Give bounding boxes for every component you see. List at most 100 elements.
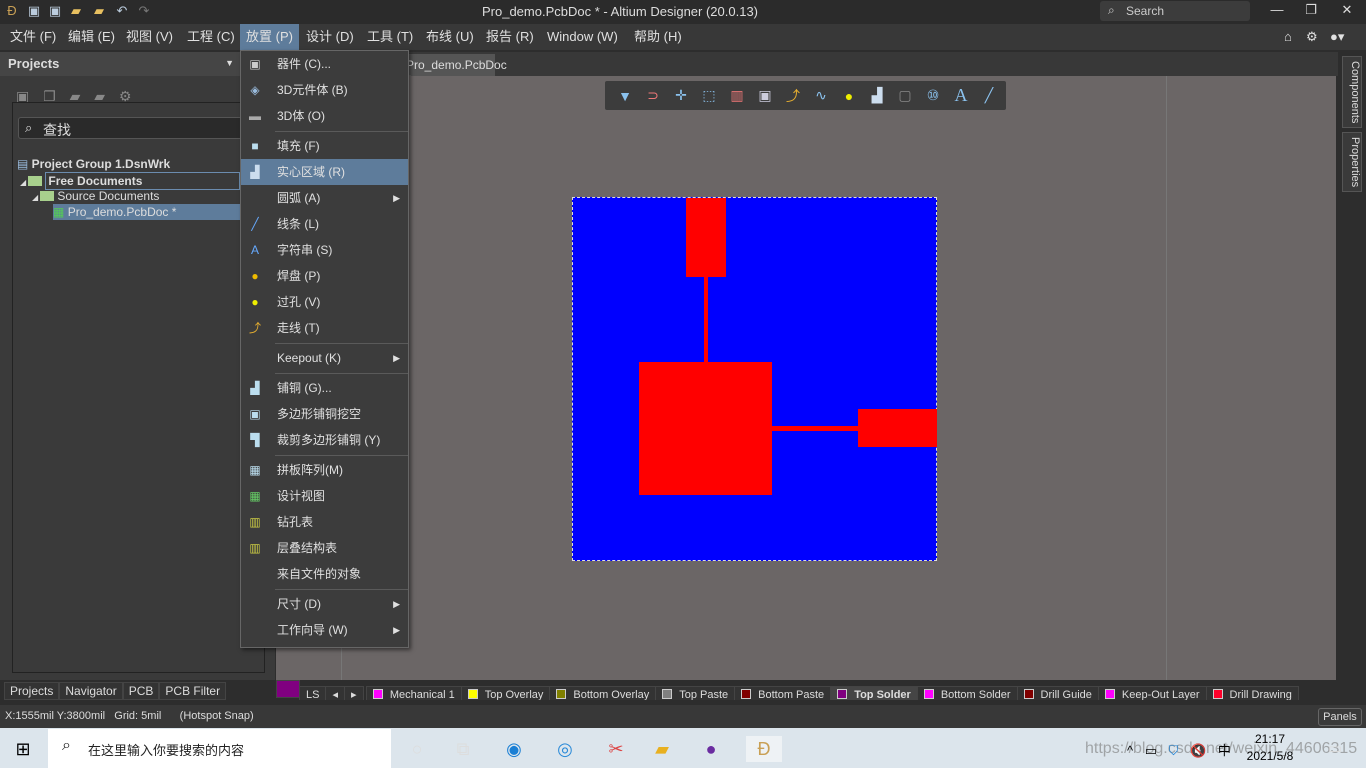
- menu-view[interactable]: 视图 (V): [120, 24, 179, 50]
- tab-projects[interactable]: Projects: [4, 682, 60, 700]
- place-menu-item[interactable]: ● 过孔 (V): [241, 289, 408, 315]
- volume-muted-icon[interactable]: 🔇: [1190, 743, 1206, 758]
- layer-tab[interactable]: Keep-Out Layer: [1097, 686, 1207, 700]
- length-tune-icon[interactable]: ∿: [807, 87, 835, 104]
- crosshair-icon[interactable]: ✛: [667, 87, 695, 104]
- chevron-up-icon[interactable]: ^: [1127, 743, 1133, 758]
- via-icon[interactable]: ●: [835, 88, 863, 104]
- route-icon[interactable]: ⤴: [779, 86, 807, 106]
- place-menu-item[interactable]: 尺寸 (D) ▶: [241, 591, 408, 617]
- battery-icon[interactable]: ▭: [1145, 743, 1157, 758]
- copper-pad[interactable]: [639, 362, 772, 495]
- tab-navigator[interactable]: Navigator: [59, 682, 123, 700]
- windows-start-icon[interactable]: ⊞: [10, 736, 36, 762]
- place-menu-item[interactable]: ▜ 裁剪多边形铺铜 (Y): [241, 427, 408, 453]
- panels-button[interactable]: Panels: [1318, 708, 1362, 726]
- ime-indicator[interactable]: 中: [1218, 743, 1231, 758]
- place-menu-item[interactable]: ▦ 设计视图: [241, 483, 408, 509]
- copper-track[interactable]: [704, 277, 708, 363]
- layer-set-button[interactable]: LS: [299, 686, 327, 700]
- filter-icon[interactable]: ▼: [611, 88, 639, 104]
- menu-route[interactable]: 布线 (U): [420, 24, 480, 50]
- region-icon[interactable]: ▟: [863, 87, 891, 104]
- menu-project[interactable]: 工程 (C): [181, 24, 241, 50]
- layer-tab[interactable]: Mechanical 1: [365, 686, 462, 700]
- menu-tools[interactable]: 工具 (T): [361, 24, 419, 50]
- place-menu-item[interactable]: ▥ 层叠结构表: [241, 535, 408, 561]
- place-menu-item[interactable]: 圆弧 (A) ▶: [241, 185, 408, 211]
- task-view-icon[interactable]: ⧉: [450, 736, 476, 762]
- layer-tab[interactable]: Bottom Overlay: [549, 686, 657, 700]
- tab-pcb-filter[interactable]: PCB Filter: [159, 682, 227, 700]
- text-icon[interactable]: A: [947, 85, 975, 106]
- align-icon[interactable]: ▥: [723, 87, 751, 104]
- tab-properties[interactable]: Properties: [1342, 132, 1362, 192]
- menu-place[interactable]: 放置 (P): [240, 24, 299, 50]
- place-menu-item[interactable]: ● 焊盘 (P): [241, 263, 408, 289]
- place-menu-item[interactable]: ▟ 实心区域 (R): [241, 159, 408, 185]
- place-menu-item[interactable]: ▥ 钻孔表: [241, 509, 408, 535]
- home-icon[interactable]: ⌂: [1278, 24, 1298, 50]
- tab-components[interactable]: Components: [1342, 56, 1362, 128]
- layer-tab[interactable]: Top Paste: [655, 686, 736, 700]
- place-menu-item[interactable]: ▣ 器件 (C)...: [241, 51, 408, 77]
- layer-tab[interactable]: Top Solder: [830, 686, 918, 700]
- minimize-button[interactable]: —: [1262, 2, 1292, 17]
- layer-tab[interactable]: Bottom Paste: [734, 686, 832, 700]
- place-menu-item[interactable]: 来自文件的对象: [241, 561, 408, 587]
- user-icon[interactable]: ●▾: [1324, 24, 1350, 50]
- current-layer-color[interactable]: [276, 680, 300, 698]
- place-menu-item[interactable]: ◈ 3D元件体 (B): [241, 77, 408, 103]
- layer-tab[interactable]: Top Overlay: [460, 686, 551, 700]
- taskbar-search-input[interactable]: ⌕ 在这里输入你要搜索的内容: [48, 729, 391, 768]
- snap-icon[interactable]: ⊃: [639, 87, 667, 104]
- gear-icon[interactable]: ⚙: [1300, 24, 1324, 50]
- place-menu-item[interactable]: A 字符串 (S): [241, 237, 408, 263]
- snipping-tool-icon[interactable]: ✂: [603, 736, 629, 762]
- cortana-icon[interactable]: ○: [404, 736, 430, 762]
- place-menu-item[interactable]: ■ 填充 (F): [241, 133, 408, 159]
- keepout-icon[interactable]: ▢: [891, 87, 919, 104]
- menu-window[interactable]: Window (W): [541, 24, 624, 50]
- place-menu-item[interactable]: ▣ 多边形铺铜挖空: [241, 401, 408, 427]
- copper-pad[interactable]: [686, 198, 726, 277]
- place-menu-item[interactable]: ▬ 3D体 (O): [241, 103, 408, 129]
- maximize-button[interactable]: ❐: [1296, 2, 1326, 18]
- board-outline[interactable]: [572, 197, 937, 561]
- select-icon[interactable]: ⬚: [695, 87, 723, 104]
- menu-file[interactable]: 文件 (F): [4, 24, 62, 50]
- shield-icon[interactable]: ⛉: [1169, 743, 1179, 758]
- menu-edit[interactable]: 编辑 (E): [62, 24, 121, 50]
- layer-tab[interactable]: Drill Drawing: [1205, 686, 1299, 700]
- copper-track[interactable]: [772, 426, 859, 431]
- place-menu-item[interactable]: ⤴ 走线 (T): [241, 315, 408, 341]
- component-icon[interactable]: ▣: [751, 87, 779, 104]
- layer-tab[interactable]: Drill Guide: [1016, 686, 1099, 700]
- search-input[interactable]: ⌕ Search: [1100, 1, 1250, 21]
- notification-icon[interactable]: ▭: [1322, 736, 1348, 762]
- menu-reports[interactable]: 报告 (R): [480, 24, 540, 50]
- file-explorer-icon[interactable]: ▰: [649, 736, 675, 762]
- place-menu-item[interactable]: Keepout (K) ▶: [241, 345, 408, 371]
- browser-icon[interactable]: ◎: [552, 736, 578, 762]
- scroll-right-button[interactable]: ▸: [344, 686, 364, 700]
- app-icon[interactable]: ●: [698, 736, 724, 762]
- altium-taskbar-icon[interactable]: Ð: [746, 736, 782, 762]
- layer-tab[interactable]: Bottom Solder: [916, 686, 1018, 700]
- dimension-icon[interactable]: ⑩: [919, 87, 947, 104]
- tab-pcb[interactable]: PCB: [122, 682, 160, 700]
- clock[interactable]: 21:17 2021/5/8: [1240, 731, 1300, 765]
- place-menu-item[interactable]: 工作向导 (W) ▶: [241, 617, 408, 643]
- close-button[interactable]: ✕: [1332, 2, 1362, 18]
- menu-help[interactable]: 帮助 (H): [628, 24, 688, 50]
- menu-design[interactable]: 设计 (D): [300, 24, 360, 50]
- edge-icon[interactable]: ◉: [501, 736, 527, 762]
- copper-pad[interactable]: [858, 409, 937, 447]
- scroll-left-button[interactable]: ◂: [325, 686, 345, 700]
- place-menu-item[interactable]: ▦ 拼板阵列(M): [241, 457, 408, 483]
- tab-pcb-document[interactable]: Pro_demo.PcbDoc *: [400, 54, 507, 86]
- place-menu-item[interactable]: ▟ 铺铜 (G)...: [241, 375, 408, 401]
- place-menu-item[interactable]: ╱ 线条 (L): [241, 211, 408, 237]
- line-icon[interactable]: ╱: [975, 87, 1003, 104]
- panel-menu-icon[interactable]: ▼: [225, 58, 234, 68]
